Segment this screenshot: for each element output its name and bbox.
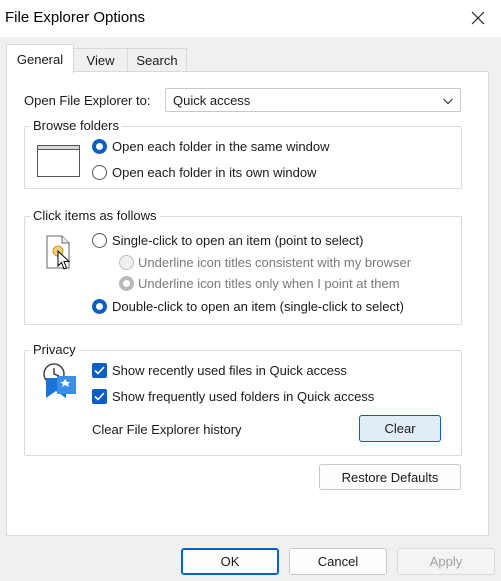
restore-defaults-label: Restore Defaults [341, 469, 439, 485]
pointer-file-icon [46, 235, 71, 270]
frequent-folders-checkbox[interactable] [92, 389, 107, 404]
underline-browser-label[interactable]: Underline icon titles consistent with my… [138, 255, 411, 270]
apply-button[interactable]: Apply [397, 548, 495, 575]
clear-history-label: Clear File Explorer history [92, 422, 242, 437]
single-click-label[interactable]: Single-click to open an item (point to s… [112, 233, 363, 248]
recent-files-checkbox[interactable] [92, 363, 107, 378]
open-explorer-label: Open File Explorer to: [24, 93, 151, 108]
title-bar: File Explorer Options [0, 0, 501, 37]
privacy-clock-folder-icon [43, 363, 76, 398]
tab-view-label: View [86, 53, 115, 68]
cancel-button[interactable]: Cancel [289, 548, 387, 575]
window-icon [37, 145, 80, 177]
browse-folders-title: Browse folders [30, 118, 122, 133]
restore-defaults-button[interactable]: Restore Defaults [319, 464, 461, 490]
window-title: File Explorer Options [5, 9, 146, 26]
same-window-radio[interactable] [92, 139, 107, 154]
click-items-title: Click items as follows [30, 208, 160, 223]
apply-label: Apply [429, 554, 463, 569]
tab-view[interactable]: View [73, 48, 128, 72]
double-click-radio[interactable] [92, 299, 107, 314]
tab-general-label: General [16, 51, 64, 67]
open-explorer-value: Quick access [173, 93, 251, 108]
close-button[interactable] [455, 0, 501, 36]
own-window-label[interactable]: Open each folder in its own window [112, 165, 317, 180]
recent-files-label[interactable]: Show recently used files in Quick access [112, 363, 347, 378]
chevron-down-icon [443, 98, 453, 105]
tab-search-label: Search [136, 53, 178, 68]
close-icon [471, 11, 485, 25]
ok-label: OK [220, 554, 240, 569]
cancel-label: Cancel [317, 554, 359, 569]
ok-button[interactable]: OK [181, 548, 279, 575]
checkmark-icon [94, 366, 105, 375]
clear-button-label: Clear [384, 421, 416, 436]
tab-general[interactable]: General [6, 44, 74, 73]
clear-history-button[interactable]: Clear [359, 415, 441, 442]
open-explorer-dropdown[interactable]: Quick access [165, 88, 461, 112]
underline-point-radio[interactable] [119, 276, 134, 291]
same-window-label[interactable]: Open each folder in the same window [112, 139, 330, 154]
tab-search[interactable]: Search [127, 48, 187, 72]
underline-browser-radio[interactable] [119, 255, 134, 270]
checkmark-icon [94, 392, 105, 401]
privacy-title: Privacy [30, 342, 79, 357]
underline-point-label[interactable]: Underline icon titles only when I point … [138, 276, 400, 291]
frequent-folders-label[interactable]: Show frequently used folders in Quick ac… [112, 389, 374, 404]
double-click-label[interactable]: Double-click to open an item (single-cli… [112, 299, 404, 314]
single-click-radio[interactable] [92, 233, 107, 248]
own-window-radio[interactable] [92, 165, 107, 180]
